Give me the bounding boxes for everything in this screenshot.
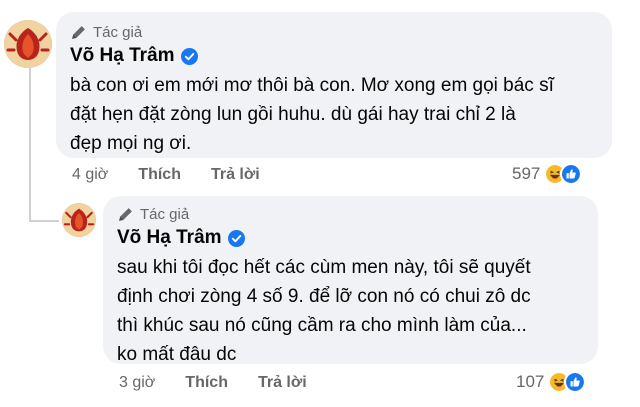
author-badge: Tác giả xyxy=(70,24,598,41)
author-name[interactable]: Võ Hạ Trâm xyxy=(70,45,175,67)
verified-badge-icon xyxy=(227,229,245,247)
author-name[interactable]: Võ Hạ Trâm xyxy=(117,227,222,249)
comment-bubble: Tác giả Võ Hạ Trâm bà con ơi em mới mơ t… xyxy=(56,12,612,158)
reaction-icons xyxy=(544,163,583,185)
reaction-count: 597 xyxy=(512,164,541,183)
comment-text: sau khi tôi đọc hết các cùm men này, tôi… xyxy=(117,257,531,365)
thread-line-vertical xyxy=(29,62,31,222)
pencil-icon xyxy=(72,26,85,39)
comment-text: bà con ơi em mới mơ thôi bà con. Mơ xong… xyxy=(70,75,554,154)
author-badge: Tác giả xyxy=(117,206,584,223)
avatar[interactable] xyxy=(4,20,52,68)
like-reaction-icon xyxy=(560,163,583,185)
avatar[interactable] xyxy=(62,203,96,237)
comment-actions: 3 giờ Thích Trả lời xyxy=(119,374,307,392)
avatar-image xyxy=(4,20,52,68)
comment-actions: 4 giờ Thích Trả lời xyxy=(72,166,260,184)
like-button[interactable]: Thích xyxy=(185,374,228,392)
pencil-icon xyxy=(119,208,132,221)
avatar-image xyxy=(62,203,96,237)
reaction-summary[interactable]: 597 xyxy=(512,163,583,185)
comment-timestamp[interactable]: 4 giờ xyxy=(72,166,108,184)
reaction-icons xyxy=(548,371,587,393)
like-reaction-icon xyxy=(564,371,587,393)
thread-line-connector xyxy=(29,220,59,222)
verified-badge-icon xyxy=(180,47,198,65)
reply-button[interactable]: Trả lời xyxy=(211,166,260,184)
author-badge-label: Tác giả xyxy=(140,206,190,223)
reaction-summary[interactable]: 107 xyxy=(516,371,587,393)
author-badge-label: Tác giả xyxy=(93,24,143,41)
comment-bubble: Tác giả Võ Hạ Trâm sau khi tôi đọc hết c… xyxy=(103,196,598,365)
like-button[interactable]: Thích xyxy=(138,166,181,184)
reaction-count: 107 xyxy=(516,372,545,391)
reply-button[interactable]: Trả lời xyxy=(258,374,307,392)
comment-timestamp[interactable]: 3 giờ xyxy=(119,374,155,392)
